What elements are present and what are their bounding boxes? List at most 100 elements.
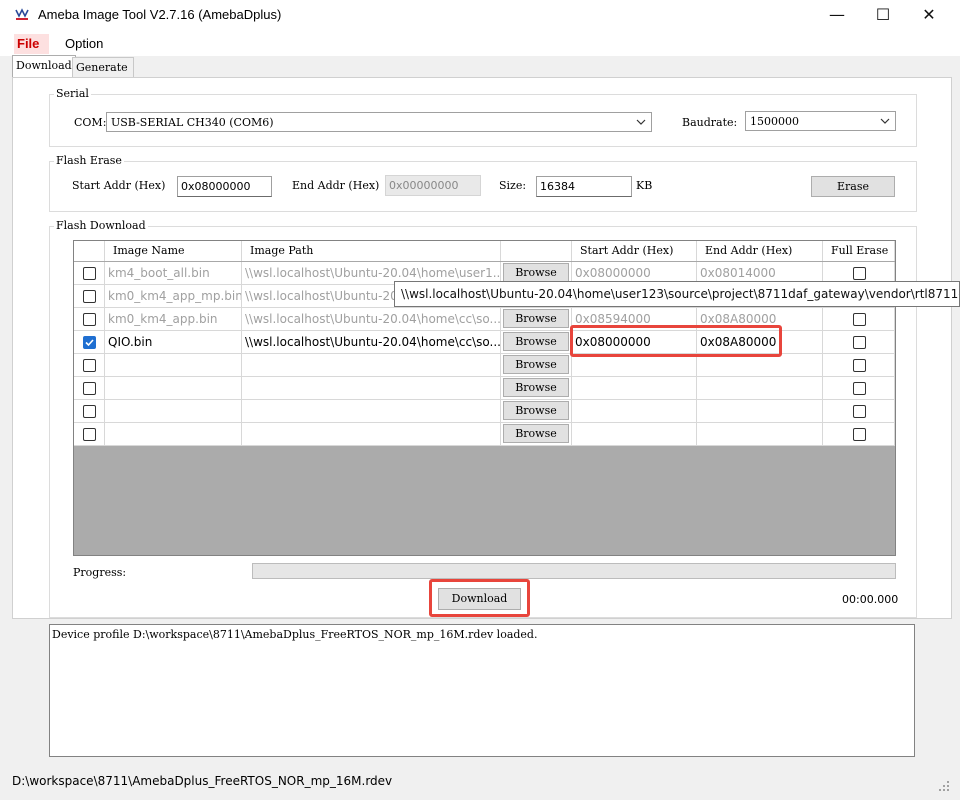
minimize-button[interactable]: —	[814, 0, 860, 30]
erase-start-label: Start Addr (Hex)	[72, 179, 166, 192]
row-full-erase-cell	[823, 308, 895, 331]
table-row[interactable]: Browse	[74, 354, 895, 377]
full-erase-checkbox[interactable]	[853, 405, 866, 418]
row-image-name[interactable]: km0_km4_app_mp.bin	[105, 285, 242, 308]
browse-button[interactable]: Browse	[503, 424, 569, 443]
row-image-path[interactable]	[242, 400, 501, 423]
full-erase-checkbox[interactable]	[853, 428, 866, 441]
row-image-name[interactable]: km4_boot_all.bin	[105, 262, 242, 285]
browse-button[interactable]: Browse	[503, 263, 569, 282]
row-checkbox[interactable]	[83, 382, 96, 395]
table-row[interactable]: Browse	[74, 377, 895, 400]
row-image-name[interactable]	[105, 354, 242, 377]
log-line: Device profile D:\workspace\8711\AmebaDp…	[52, 628, 538, 641]
full-erase-checkbox[interactable]	[853, 313, 866, 326]
browse-button[interactable]: Browse	[503, 332, 569, 351]
erase-end-label: End Addr (Hex)	[292, 179, 380, 192]
row-checkbox[interactable]	[83, 267, 96, 280]
full-erase-checkbox[interactable]	[853, 267, 866, 280]
browse-button[interactable]: Browse	[503, 355, 569, 374]
full-erase-checkbox[interactable]	[853, 336, 866, 349]
row-checkbox[interactable]	[83, 290, 96, 303]
table-row[interactable]: Browse	[74, 400, 895, 423]
row-checkbox[interactable]	[83, 313, 96, 326]
chevron-down-icon	[636, 119, 646, 125]
row-image-path[interactable]: \\wsl.localhost\Ubuntu-20.04\home\cc\so.…	[242, 308, 501, 331]
row-full-erase-cell	[823, 331, 895, 354]
address-highlight-box	[570, 325, 782, 357]
com-select[interactable]: USB-SERIAL CH340 (COM6)	[106, 112, 652, 132]
baudrate-select-value: 1500000	[750, 115, 799, 128]
header-image-path[interactable]: Image Path	[242, 241, 501, 261]
row-browse-cell: Browse	[501, 377, 572, 400]
erase-size-unit: KB	[636, 179, 653, 192]
baudrate-select[interactable]: 1500000	[745, 111, 896, 131]
log-output[interactable]: Device profile D:\workspace\8711\AmebaDp…	[49, 624, 915, 757]
row-image-path[interactable]: \\wsl.localhost\Ubuntu-20.04\home\cc\so.…	[242, 331, 501, 354]
row-select-cell	[74, 400, 105, 423]
row-end-addr[interactable]	[697, 354, 823, 377]
erase-button[interactable]: Erase	[811, 176, 895, 197]
row-full-erase-cell	[823, 377, 895, 400]
full-erase-checkbox[interactable]	[853, 359, 866, 372]
header-end-addr[interactable]: End Addr (Hex)	[697, 241, 823, 261]
row-image-path[interactable]	[242, 377, 501, 400]
header-start-addr[interactable]: Start Addr (Hex)	[572, 241, 697, 261]
row-start-addr[interactable]	[572, 400, 697, 423]
row-full-erase-cell	[823, 423, 895, 446]
erase-size-label: Size:	[499, 179, 527, 192]
menu-option[interactable]: Option	[59, 34, 109, 54]
row-image-name[interactable]	[105, 423, 242, 446]
row-browse-cell: Browse	[501, 331, 572, 354]
check-icon	[85, 339, 94, 347]
close-button[interactable]: ✕	[906, 0, 952, 30]
browse-button[interactable]: Browse	[503, 309, 569, 328]
erase-size-input[interactable]: 16384	[536, 176, 632, 197]
row-image-path[interactable]	[242, 423, 501, 446]
maximize-button[interactable]: ☐	[860, 0, 906, 30]
row-image-name[interactable]: km0_km4_app.bin	[105, 308, 242, 331]
row-start-addr[interactable]	[572, 423, 697, 446]
tab-download[interactable]: Download	[12, 55, 76, 78]
title-bar[interactable]: Ameba Image Tool V2.7.16 (AmebaDplus) — …	[0, 0, 960, 30]
row-select-cell	[74, 308, 105, 331]
row-select-cell	[74, 285, 105, 308]
full-erase-checkbox[interactable]	[853, 382, 866, 395]
row-image-name[interactable]	[105, 400, 242, 423]
row-full-erase-cell	[823, 354, 895, 377]
row-checkbox[interactable]	[83, 428, 96, 441]
menu-file[interactable]: File	[14, 34, 49, 54]
row-end-addr[interactable]	[697, 400, 823, 423]
row-checkbox[interactable]	[83, 336, 96, 349]
row-browse-cell: Browse	[501, 400, 572, 423]
menu-bar: File Option	[0, 30, 960, 56]
row-image-name[interactable]: QIO.bin	[105, 331, 242, 354]
resize-grip-icon[interactable]	[938, 780, 950, 792]
row-end-addr[interactable]	[697, 423, 823, 446]
elapsed-time: 00:00.000	[842, 593, 899, 606]
header-select	[74, 241, 105, 261]
status-text: D:\workspace\8711\AmebaDplus_FreeRTOS_NO…	[12, 774, 393, 788]
header-browse	[501, 241, 572, 261]
header-full-erase[interactable]: Full Erase	[823, 241, 895, 261]
row-start-addr[interactable]	[572, 354, 697, 377]
baudrate-label: Baudrate:	[682, 116, 738, 129]
table-row[interactable]: Browse	[74, 423, 895, 446]
row-browse-cell: Browse	[501, 423, 572, 446]
header-image-name[interactable]: Image Name	[105, 241, 242, 261]
browse-button[interactable]: Browse	[503, 401, 569, 420]
row-checkbox[interactable]	[83, 359, 96, 372]
row-start-addr[interactable]	[572, 377, 697, 400]
row-select-cell	[74, 377, 105, 400]
browse-button[interactable]: Browse	[503, 378, 569, 397]
row-image-path[interactable]	[242, 354, 501, 377]
flash-download-group-label: Flash Download	[54, 219, 148, 232]
row-checkbox[interactable]	[83, 405, 96, 418]
row-image-name[interactable]	[105, 377, 242, 400]
row-select-cell	[74, 354, 105, 377]
erase-start-input[interactable]: 0x08000000	[177, 176, 272, 197]
row-end-addr[interactable]	[697, 377, 823, 400]
tab-generate[interactable]: Generate	[72, 57, 134, 77]
row-select-cell	[74, 262, 105, 285]
row-full-erase-cell	[823, 400, 895, 423]
